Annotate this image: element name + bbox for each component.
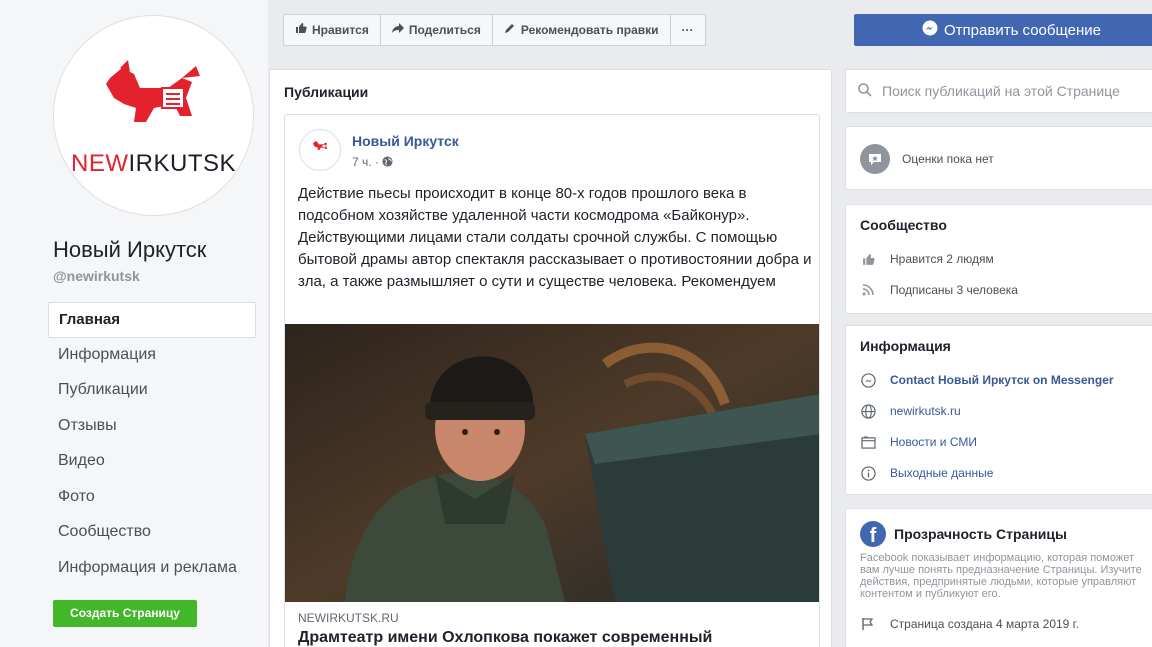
post-photo <box>285 324 819 602</box>
rss-follow-icon <box>860 282 876 298</box>
posts-section-title: Публикации <box>284 84 369 100</box>
facebook-logo-icon: f <box>860 521 886 547</box>
thumbs-up-icon <box>295 15 307 45</box>
nav-item-community[interactable]: Сообщество <box>48 515 256 551</box>
post-author-name[interactable]: Новый Иркутск <box>352 133 459 149</box>
info-title: Информация <box>860 338 951 354</box>
share-button[interactable]: Поделиться <box>381 15 493 45</box>
website-link[interactable]: newirkutsk.ru <box>890 404 961 418</box>
nav-item-photos[interactable]: Фото <box>48 480 256 516</box>
post-timestamp[interactable]: 7 ч. · <box>352 155 393 169</box>
category-row[interactable]: Новости и СМИ <box>846 434 1152 450</box>
share-arrow-icon <box>391 15 404 45</box>
post-image[interactable] <box>285 324 819 602</box>
messenger-contact-link[interactable]: Contact Новый Иркутск on Messenger <box>890 373 1114 387</box>
nav-item-posts[interactable]: Публикации <box>48 373 256 409</box>
messenger-icon <box>922 20 938 40</box>
community-follows-row[interactable]: Подписаны 3 человека <box>846 282 1152 298</box>
info-circle-icon <box>860 465 876 481</box>
page-profile-picture[interactable]: NEWIRKUTSK <box>53 15 254 216</box>
transparency-header: f Прозрачность Страницы <box>846 509 1152 547</box>
reviews-card: Оценки пока нет <box>845 126 1152 190</box>
page-transparency-card: f Прозрачность Страницы Facebook показыв… <box>845 508 1152 647</box>
website-row[interactable]: newirkutsk.ru <box>846 403 1152 419</box>
more-options-button[interactable]: ··· <box>671 15 705 45</box>
page-created-row: Страница создана 4 марта 2019 г. <box>846 616 1152 632</box>
page-created-date: Страница создана 4 марта 2019 г. <box>890 617 1079 631</box>
post-text: Действие пьесы происходит в конце 80-х г… <box>298 185 812 290</box>
page-action-bar: Нравится Поделиться Рекомендовать правки… <box>283 14 706 46</box>
link-preview-domain[interactable]: NEWIRKUTSK.RU <box>298 611 399 625</box>
page-post-search[interactable]: Поиск публикаций на этой Странице <box>845 69 1152 113</box>
imprint-row[interactable]: Выходные данные <box>846 465 1152 481</box>
review-bubble-icon <box>860 144 890 174</box>
thumbs-up-icon <box>860 251 876 267</box>
community-likes: Нравится 2 людям <box>890 252 994 266</box>
page-handle[interactable]: @newirkutsk <box>53 268 140 284</box>
nav-item-reviews[interactable]: Отзывы <box>48 409 256 445</box>
imprint-link[interactable]: Выходные данные <box>890 466 993 480</box>
search-input[interactable]: Поиск публикаций на этой Странице <box>882 83 1120 99</box>
cat-logo-small-icon <box>312 141 328 150</box>
transparency-description: Facebook показывает информацию, которая … <box>860 552 1142 600</box>
community-title: Сообщество <box>860 217 947 233</box>
category-folder-icon <box>860 434 876 450</box>
transparency-title: Прозрачность Страницы <box>894 526 1067 542</box>
category-link[interactable]: Новости и СМИ <box>890 435 977 449</box>
globe-icon <box>382 155 393 169</box>
community-follows: Подписаны 3 человека <box>890 283 1018 297</box>
like-button[interactable]: Нравится <box>284 15 381 45</box>
search-icon <box>858 82 872 100</box>
cat-logo-icon <box>106 60 200 122</box>
suggest-edits-button[interactable]: Рекомендовать правки <box>493 15 671 45</box>
like-button-label: Нравится <box>312 23 369 37</box>
nav-item-info[interactable]: Информация <box>48 338 256 374</box>
send-message-button[interactable]: Отправить сообщение <box>854 14 1152 46</box>
link-preview-title[interactable]: Драмтеатр имени Охлопкова покажет соврем… <box>298 629 712 647</box>
globe-icon <box>860 403 876 419</box>
flag-icon <box>860 616 876 632</box>
create-page-button[interactable]: Создать Страницу <box>53 600 197 627</box>
reviews-row: Оценки пока нет <box>846 127 1152 174</box>
reviews-status: Оценки пока нет <box>902 152 994 166</box>
share-button-label: Поделиться <box>408 23 481 37</box>
pencil-icon <box>504 15 516 45</box>
messenger-contact-row[interactable]: Contact Новый Иркутск on Messenger <box>846 372 1152 388</box>
nav-item-ads-info[interactable]: Информация и реклама <box>48 551 256 587</box>
community-card: Сообщество Нравится 2 людям Подписаны 3 … <box>845 204 1152 314</box>
more-dots-icon: ··· <box>681 23 694 37</box>
post-card: Новый Иркутск 7 ч. · Действие пьесы прои… <box>284 114 820 647</box>
community-likes-row[interactable]: Нравится 2 людям <box>846 251 1152 267</box>
page-title: Новый Иркутск <box>53 237 207 262</box>
nav-item-videos[interactable]: Видео <box>48 444 256 480</box>
logo-text-red: NEW <box>70 150 129 177</box>
posts-section: Публикации Новый Иркутск 7 ч. · Действие… <box>269 69 832 647</box>
left-column: NEWIRKUTSK Новый Иркутск @newirkutsk Гла… <box>0 0 268 647</box>
nav-item-home[interactable]: Главная <box>48 302 256 338</box>
page-nav: Главная Информация Публикации Отзывы Вид… <box>48 302 256 586</box>
suggest-edits-label: Рекомендовать правки <box>520 23 659 37</box>
info-card: Информация Contact Новый Иркутск on Mess… <box>845 325 1152 495</box>
messenger-icon <box>860 372 876 388</box>
post-time-text: 7 ч. · <box>352 155 379 169</box>
logo-text-dark: IRKUTSK <box>128 150 236 177</box>
post-author-avatar[interactable] <box>299 129 341 171</box>
logo-wordmark: NEWIRKUTSK <box>54 150 253 178</box>
send-message-label: Отправить сообщение <box>944 21 1102 39</box>
transparency-desc-wrap: Facebook показывает информацию, которая … <box>846 552 1152 600</box>
